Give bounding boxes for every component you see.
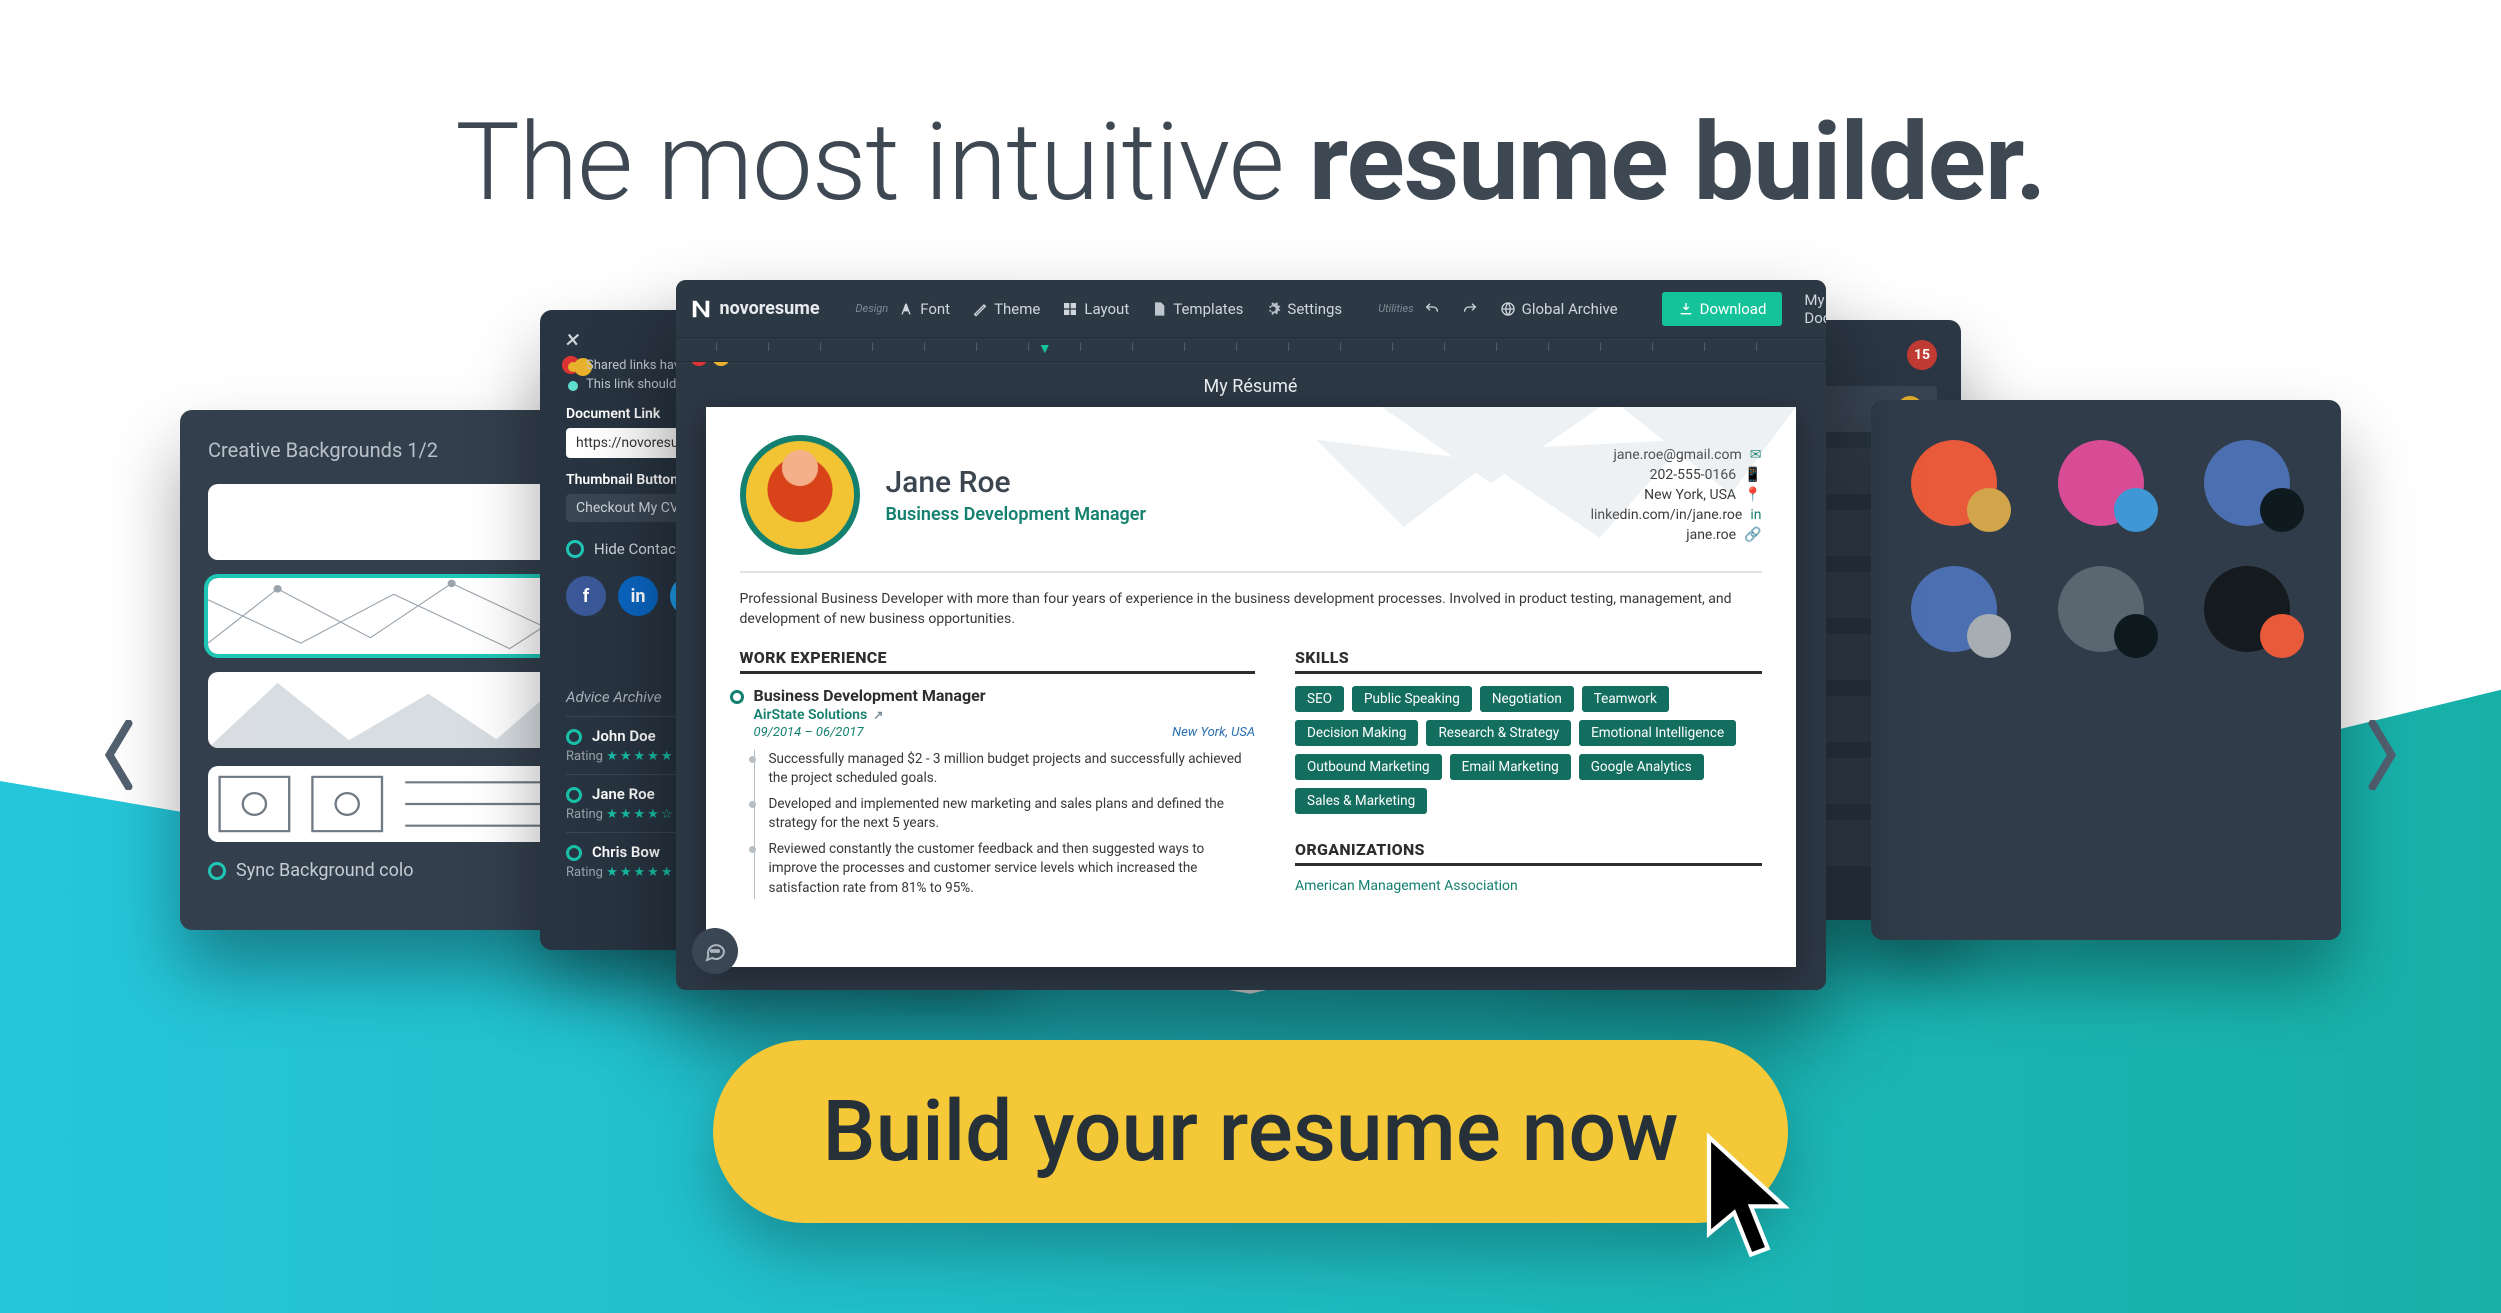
color-swatch-secondary [2260,614,2304,658]
skill-chip[interactable]: Google Analytics [1579,754,1704,780]
radio-icon [566,787,582,803]
carousel-next-icon[interactable] [2363,720,2401,790]
cursor-icon [1698,1133,1808,1263]
color-palette-panel [1871,400,2341,940]
color-swatch-secondary [1967,488,2011,532]
job-location[interactable]: New York, USA [1172,725,1255,740]
document-title[interactable]: My Résumé [706,376,1796,397]
build-resume-button[interactable]: Build your resume now [713,1040,1789,1223]
job-bullet[interactable]: Reviewed constantly the customer feedbac… [769,840,1256,899]
skill-chip[interactable]: Sales & Marketing [1295,788,1427,814]
ruler-pointer-icon[interactable]: ▼ [1038,340,1052,357]
design-group-label: Design [856,302,889,315]
section-orgs: ORGANIZATIONS [1295,840,1761,866]
headline: The most intuitive resume builder. [0,100,2501,226]
color-swatch[interactable] [2058,566,2144,652]
menu-layout[interactable]: Layout [1062,300,1129,318]
color-swatch[interactable] [2204,440,2290,526]
menu-global-archive[interactable]: Global Archive [1500,300,1618,318]
radio-icon [208,862,226,880]
share-facebook-icon[interactable]: f [566,576,606,616]
menu-font[interactable]: Font [898,300,950,318]
headline-pre: The most intuitive [455,100,1309,226]
headline-strong: resume builder. [1309,100,2046,226]
carousel-prev-icon[interactable] [100,720,138,790]
job-bullet[interactable]: Developed and implemented new marketing … [769,795,1256,834]
color-swatch[interactable] [1911,440,1997,526]
radio-icon [566,845,582,861]
redo-button[interactable] [1462,301,1478,317]
my-documents-link[interactable]: My Documents [1804,291,1825,327]
editor-window: novoresume Design Font Theme Layout Temp… [676,280,1826,990]
job-title[interactable]: Business Development Manager [754,686,1256,705]
utilities-group-label: Utilities [1378,302,1413,315]
external-link-icon[interactable]: ↗ [873,708,883,722]
undo-button[interactable] [1424,301,1440,317]
ruler[interactable]: |||||||||||||||||||||▼ [676,338,1826,362]
share-linkedin-icon[interactable]: in [618,576,658,616]
brand-logo[interactable]: novoresume [690,298,820,320]
radio-icon [566,729,582,745]
color-swatch[interactable] [2058,440,2144,526]
job-bullet[interactable]: Successfully managed $2 - 3 million budg… [769,750,1256,789]
color-swatch-secondary [2260,488,2304,532]
skill-chip[interactable]: Email Marketing [1450,754,1571,780]
resume-page: Jane Roe Business Development Manager ja… [706,407,1796,967]
radio-icon [566,540,584,558]
menu-theme[interactable]: Theme [972,300,1040,318]
skill-chip[interactable]: Outbound Marketing [1295,754,1442,780]
job-company[interactable]: AirState Solutions↗ [754,707,1256,723]
chat-icon[interactable] [692,928,738,974]
color-swatch-secondary [2114,488,2158,532]
color-swatch-secondary [1967,614,2011,658]
optimizer-total-badge: 15 [1907,340,1937,370]
color-swatch[interactable] [2204,566,2290,652]
menu-settings[interactable]: Settings [1265,300,1342,318]
color-swatch-secondary [2114,614,2158,658]
close-icon[interactable]: × [566,330,579,350]
menu-templates[interactable]: Templates [1151,300,1243,318]
editor-topbar: novoresume Design Font Theme Layout Temp… [676,280,1826,338]
org-item[interactable]: American Management Association [1295,878,1761,894]
job-dates[interactable]: 09/2014 – 06/2017 [754,725,864,740]
color-swatch[interactable] [1911,566,1997,652]
download-button[interactable]: Download [1662,292,1783,326]
avatar[interactable] [740,435,860,555]
timeline-dot-icon [730,690,744,704]
sync-label: Sync Background colo [236,860,414,881]
